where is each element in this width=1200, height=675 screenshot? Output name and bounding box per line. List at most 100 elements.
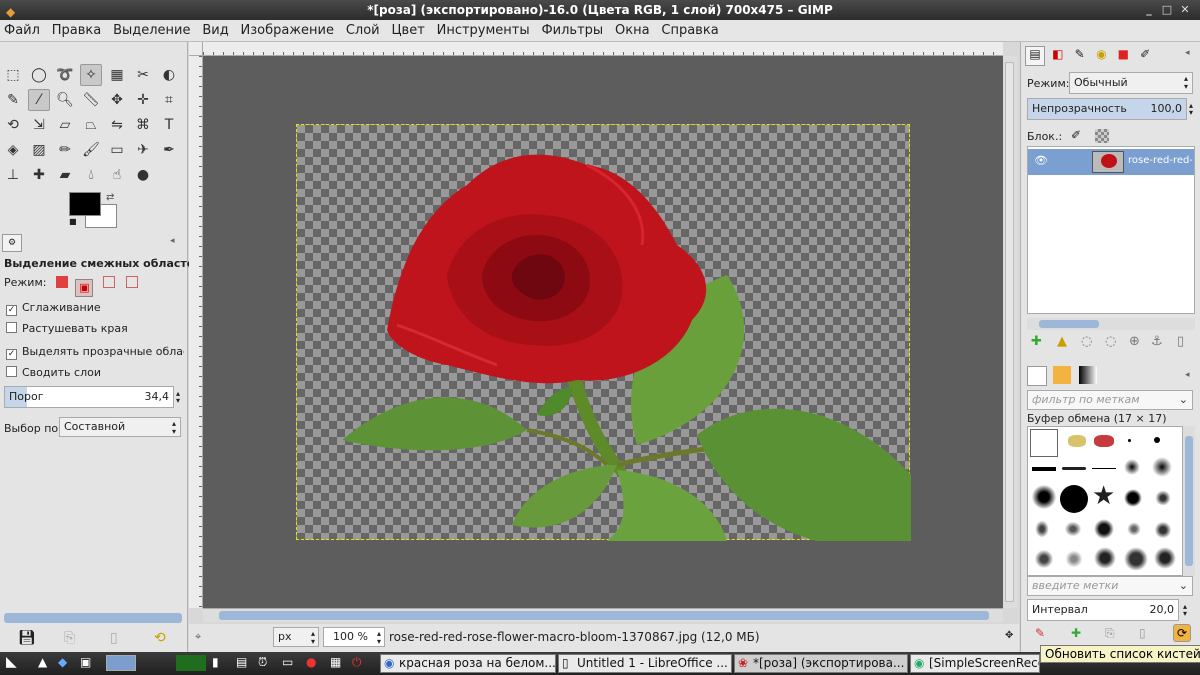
anchor-icon[interactable]: ⚓ [1151,334,1163,349]
brushes-tab-icon[interactable] [1027,366,1047,386]
opacity-slider[interactable]: Непрозрачность 100,0 [1027,98,1187,120]
rect-select-icon[interactable]: ⬚ [2,64,24,86]
launcher-arrow-icon[interactable]: ▲ [38,655,47,669]
scissors-select-icon[interactable]: ✂ [132,64,154,86]
vertical-ruler[interactable] [189,56,203,608]
unit-selector[interactable]: px ▴ ▾ [273,627,319,647]
brush-line-1[interactable] [1032,467,1056,471]
tags-dropdown-icon[interactable]: ⌄ [1179,577,1188,595]
blur-icon[interactable]: 💧︎ [80,164,102,186]
brush-texture-3[interactable] [1094,519,1114,539]
task-firefox[interactable]: ◉ красная роза на белом... [380,654,556,673]
select-by-color-icon[interactable]: ▦ [106,64,128,86]
menu-select[interactable]: Выделение [109,20,194,42]
record-icon[interactable]: ● [306,655,316,669]
antialias-checkbox[interactable]: ✓ [6,305,17,316]
feather-option[interactable]: Растушевать края [6,322,128,335]
duplicate-layer-icon[interactable]: ◌ [1105,334,1116,349]
brush-line-2[interactable] [1062,467,1086,470]
tool-options-tab[interactable]: ⚙ [2,234,22,252]
spacing-spinner-icon[interactable]: ▴ ▾ [1183,603,1187,618]
dock-menu-icon[interactable]: ◂ [1185,48,1190,58]
spacing-slider[interactable]: Интервал 20,0 [1027,599,1179,621]
brush-texture-2[interactable] [1064,521,1082,537]
toolbox-scrollbar[interactable] [4,613,182,623]
canvas-vertical-scrollbar[interactable] [1003,56,1017,608]
layer-name[interactable]: rose-red-red-rose [1128,155,1192,166]
menu-windows[interactable]: Окна [611,20,654,42]
brush-scroll-thumb[interactable] [1185,436,1193,566]
shear-icon[interactable]: ▱ [54,114,76,136]
raise-layer-icon[interactable]: ▲ [1057,334,1067,349]
close-icon[interactable]: ✕ [1178,3,1192,17]
default-colors-icon[interactable]: ■ [69,217,77,226]
lock-alpha-icon[interactable] [1095,129,1109,143]
display-icon[interactable]: ▭ [282,655,293,669]
measure-icon[interactable]: 📏︎ [80,89,102,111]
blend-icon[interactable]: ▨ [28,139,50,161]
brush-tags-input[interactable]: введите метки ⌄ [1027,576,1193,596]
menu-image[interactable]: Изображение [237,20,338,42]
paintbrush-icon[interactable]: 🖌︎ [80,139,102,161]
smudge-icon[interactable]: ☝ [106,164,128,186]
layers-hscroll-thumb[interactable] [1039,320,1099,328]
minimize-icon[interactable]: _ [1142,3,1156,17]
maximize-icon[interactable]: □ [1160,3,1174,17]
delete-brush-icon[interactable]: ▯ [1139,626,1146,640]
threshold-slider[interactable]: Порог 34,4 [4,386,174,408]
flip-icon[interactable]: ⇋ [106,114,128,136]
menu-edit[interactable]: Правка [48,20,105,42]
launcher-windows-icon[interactable]: ▣ [80,655,91,669]
brush-soft-1[interactable] [1124,459,1140,475]
sample-merged-checkbox[interactable] [6,366,17,377]
brush-filter-input[interactable]: фильтр по меткам ⌄ [1027,390,1193,410]
hscroll-thumb[interactable] [219,611,989,620]
start-menu-icon[interactable]: ◣ [6,654,17,670]
cage-icon[interactable]: ⌘ [132,114,154,136]
filter-dropdown-icon[interactable]: ⌄ [1179,391,1188,409]
menu-color[interactable]: Цвет [387,20,428,42]
vscroll-thumb[interactable] [1005,62,1014,602]
sample-merged-option[interactable]: Сводить слои [6,366,101,379]
channels-tab-icon[interactable]: ◧ [1049,47,1067,61]
brush-star-icon[interactable]: ★ [1092,481,1115,511]
brush-texture-10[interactable] [1154,547,1176,569]
new-brush-icon[interactable]: ✚ [1071,626,1081,640]
layer-row[interactable]: 👁︎ rose-red-red-rose [1028,149,1194,175]
transparent-option[interactable]: ✓ Выделять прозрачные области [6,345,184,360]
delete-layer-icon[interactable]: ▯ [1177,334,1184,349]
lower-layer-icon[interactable]: ◌ [1081,334,1092,349]
panel-menu-icon[interactable]: ◂ [170,236,175,246]
ellipse-select-icon[interactable]: ◯ [28,64,50,86]
brush-splat-1[interactable] [1124,489,1142,507]
swap-colors-icon[interactable]: ⇄ [106,192,114,203]
move-icon[interactable]: ✥ [106,89,128,111]
layer-thumbnail[interactable] [1092,151,1124,173]
zoom-selector[interactable]: 100 % ▴ ▾ [323,627,385,647]
launcher-browser-icon[interactable]: ◆ [58,655,67,669]
menu-view[interactable]: Вид [198,20,232,42]
brush-texture-6[interactable] [1034,549,1054,569]
perspective-icon[interactable]: ⏢ [80,114,102,136]
layer-visibility-eye-icon[interactable]: 👁︎ [1034,154,1048,167]
save-options-icon[interactable]: 💾︎ [18,630,36,646]
power-icon[interactable]: ⏻ [352,655,362,670]
threshold-spinner-icon[interactable]: ▴ ▾ [176,390,180,405]
brush-hard-large[interactable] [1060,485,1088,513]
merge-layer-icon[interactable]: ⊕ [1129,334,1140,349]
desktop-pager[interactable] [106,655,136,671]
brush-soft-2[interactable] [1152,457,1172,477]
clone-icon[interactable]: ⊥ [2,164,24,186]
brush-dot-2[interactable] [1154,437,1160,443]
brush-texture-4[interactable] [1126,521,1142,537]
ink-icon[interactable]: ✒ [158,139,180,161]
duplicate-brush-icon[interactable]: ⎘ [1105,626,1115,641]
brush-splat-2[interactable] [1154,489,1172,507]
rotate-icon[interactable]: ⟲ [2,114,24,136]
task-libreoffice[interactable]: ▯ Untitled 1 - LibreOffice ... [558,654,732,673]
canvas-horizontal-scrollbar[interactable] [203,608,1003,622]
brush-texture-7[interactable] [1064,549,1084,569]
bucket-fill-icon[interactable]: ◈ [2,139,24,161]
menu-tools[interactable]: Инструменты [433,20,534,42]
brush-dot-1[interactable] [1128,439,1131,442]
